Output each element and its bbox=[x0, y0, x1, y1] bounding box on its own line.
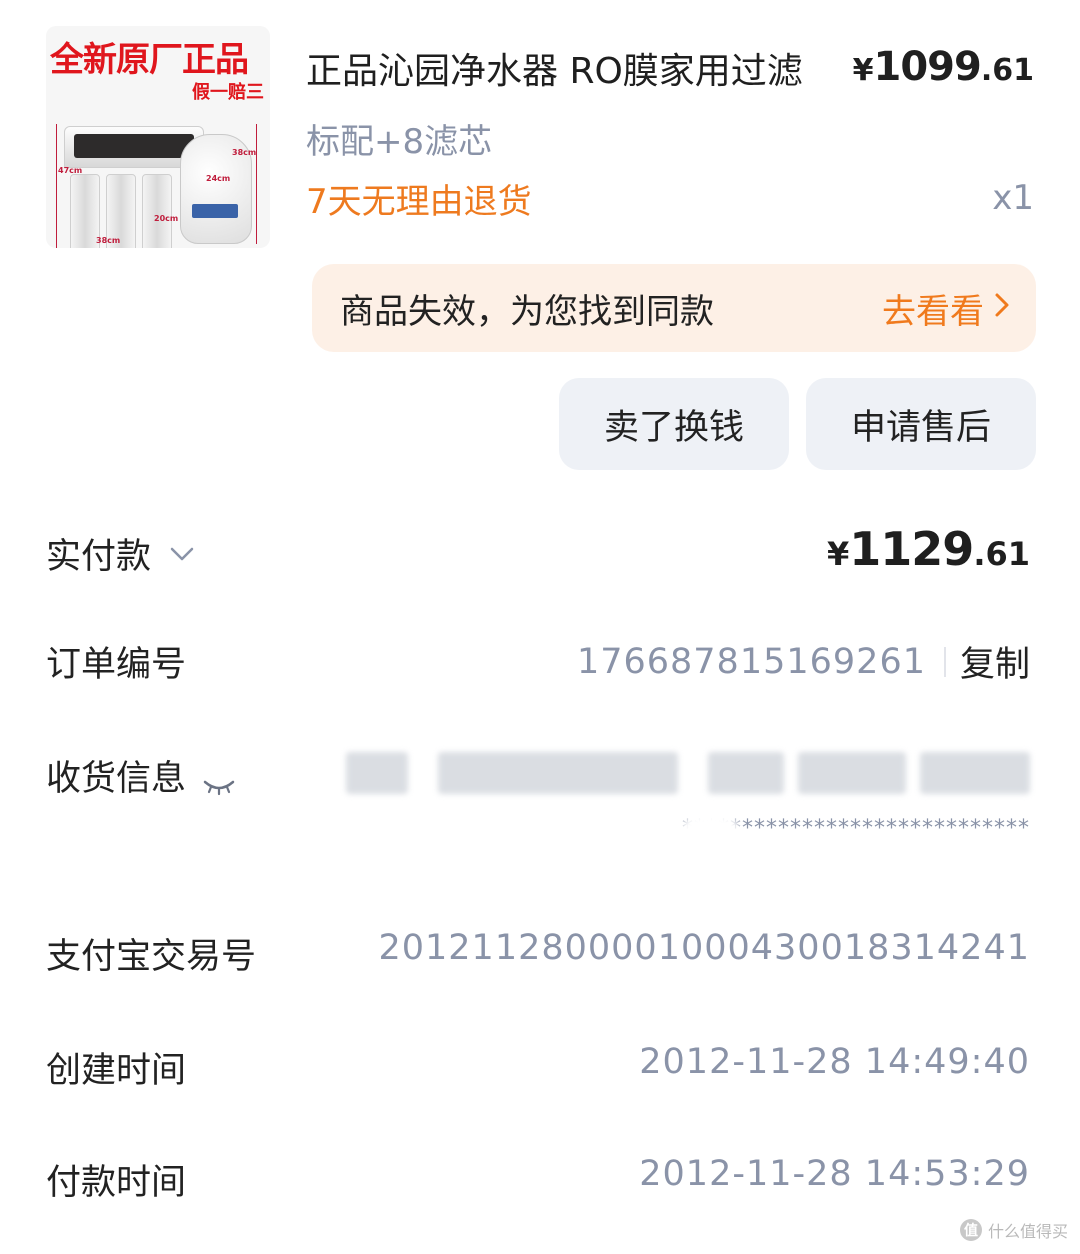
invalid-product-notice[interactable]: 商品失效，为您找到同款 去看看 bbox=[312, 264, 1036, 352]
order-number-label: 订单编号 bbox=[46, 645, 187, 685]
see-similar-label: 去看看 bbox=[882, 291, 984, 332]
divider bbox=[943, 646, 946, 677]
redacted-address bbox=[346, 752, 408, 794]
see-similar-link[interactable]: 去看看 bbox=[882, 284, 1010, 333]
created-time: 2012-11-28 14:49:40 bbox=[639, 1042, 1030, 1082]
chevron-down-icon bbox=[169, 539, 195, 569]
paid-amount: ¥1129.61 bbox=[827, 522, 1030, 576]
dimension-label: 47cm bbox=[58, 166, 83, 175]
shipping-info-label: 收货信息 bbox=[46, 759, 187, 799]
sell-for-cash-button[interactable]: 卖了换钱 bbox=[559, 378, 789, 470]
alipay-trade-number: 2012112800001000430018314241 bbox=[378, 928, 1030, 968]
paid-amount-toggle[interactable]: 实付款 bbox=[46, 528, 195, 579]
order-number: 176687815169261 bbox=[576, 641, 926, 682]
alipay-trade-label: 支付宝交易号 bbox=[46, 937, 257, 977]
dimension-label: 20cm bbox=[154, 214, 179, 223]
after-sale-button[interactable]: 申请售后 bbox=[806, 378, 1036, 470]
redacted-address bbox=[438, 752, 678, 794]
product-spec: 标配+8滤芯 bbox=[306, 122, 493, 162]
dimension-line bbox=[56, 124, 57, 248]
redaction-smudge bbox=[680, 812, 740, 842]
price-currency: ¥ bbox=[852, 53, 874, 88]
dimension-label: 24cm bbox=[206, 174, 231, 183]
image-badge-main: 全新原厂正品 bbox=[50, 40, 249, 80]
paid-time: 2012-11-28 14:53:29 bbox=[639, 1154, 1030, 1194]
price-decimal: .61 bbox=[980, 53, 1034, 88]
tank-label-shape bbox=[192, 204, 238, 218]
copy-button[interactable]: 复制 bbox=[960, 636, 1030, 687]
paid-integer: 1129 bbox=[849, 522, 974, 576]
notice-text: 商品失效，为您找到同款 bbox=[340, 291, 714, 332]
product-image[interactable]: 全新原厂正品 假一赔三 38cm 47cm 24cm 20cm 38cm bbox=[46, 26, 270, 248]
paid-amount-label: 实付款 bbox=[46, 537, 152, 577]
dimension-label: 38cm bbox=[96, 236, 121, 245]
watermark-logo-icon: 值 bbox=[959, 1219, 982, 1241]
product-quantity: x1 bbox=[992, 178, 1034, 218]
paid-time-label: 付款时间 bbox=[46, 1163, 187, 1203]
redacted-address bbox=[708, 752, 784, 794]
watermark: 值 什么值得买 bbox=[959, 1218, 1068, 1242]
redacted-address bbox=[920, 752, 1030, 794]
dimension-line bbox=[256, 124, 257, 244]
image-badge-sub: 假一赔三 bbox=[192, 82, 264, 103]
watermark-text: 什么值得买 bbox=[987, 1222, 1068, 1241]
purifier-panel-shape bbox=[74, 134, 194, 158]
shipping-info-row: 收货信息 bbox=[46, 750, 236, 801]
redacted-address bbox=[798, 752, 906, 794]
product-price: ¥1099.61 bbox=[853, 44, 1034, 90]
chevron-right-icon bbox=[994, 288, 1010, 328]
return-policy-tag: 7天无理由退货 bbox=[306, 182, 532, 222]
created-time-label: 创建时间 bbox=[46, 1051, 187, 1091]
eye-closed-icon[interactable] bbox=[202, 766, 236, 795]
price-integer: 1099 bbox=[873, 44, 982, 90]
paid-currency: ¥ bbox=[827, 535, 850, 573]
order-number-row: 176687815169261 复制 bbox=[577, 636, 1030, 687]
order-detail-page: 全新原厂正品 假一赔三 38cm 47cm 24cm 20cm 38cm 正品沁… bbox=[0, 0, 1080, 1254]
product-title[interactable]: 正品沁园净水器 RO膜家用过滤 bbox=[306, 42, 803, 94]
filter-cartridge-shape bbox=[142, 174, 172, 248]
paid-decimal: .61 bbox=[973, 535, 1030, 573]
dimension-label: 38cm bbox=[232, 148, 257, 157]
